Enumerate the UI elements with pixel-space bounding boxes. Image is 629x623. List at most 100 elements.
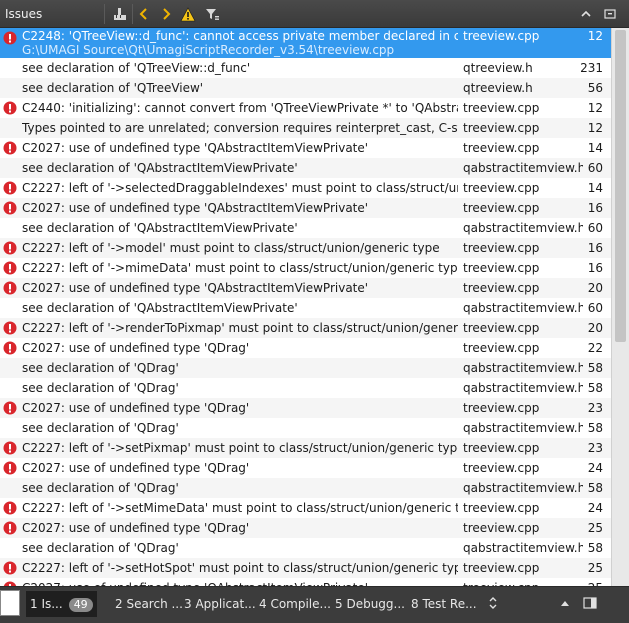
issue-line-number: 58 [587, 361, 603, 375]
tab-test-results[interactable]: 8 Test Re... [407, 591, 481, 617]
issue-line-number: 58 [587, 541, 603, 555]
issue-line-number: 231 [580, 61, 603, 75]
close-panel-icon[interactable] [600, 4, 620, 24]
tab-issues[interactable]: 1 Is... 49 [26, 591, 97, 617]
issue-file: treeview.cpp [463, 201, 540, 215]
issue-description: C2227: left of '->renderToPixmap' must p… [22, 321, 458, 335]
output-pane-bar: 1 Is... 49 2 Search ... 3 Applicat... 4 C… [0, 586, 629, 623]
issue-count-badge: 49 [68, 598, 93, 612]
issue-description: C2248: 'QTreeView::d_func': cannot acces… [22, 29, 458, 43]
issue-row-error[interactable]: C2027: use of undefined type 'QAbstractI… [0, 138, 611, 158]
issue-row-error[interactable]: C2027: use of undefined type 'QAbstractI… [0, 578, 611, 586]
issue-file: qabstractitemview.h [463, 381, 583, 395]
error-icon [3, 101, 17, 115]
issue-file: qabstractitemview.h [463, 161, 583, 175]
issue-row-error[interactable]: C2027: use of undefined type 'QAbstractI… [0, 278, 611, 298]
collapse-panel-icon[interactable] [576, 4, 596, 24]
issue-row-note[interactable]: see declaration of 'QTreeView::d_func' qt… [0, 58, 611, 78]
chevron-right-icon[interactable] [156, 4, 176, 24]
issue-line-number: 12 [587, 29, 603, 43]
issue-row-error[interactable]: C2027: use of undefined type 'QDrag' tree… [0, 458, 611, 478]
issue-description: see declaration of 'QDrag' [22, 361, 179, 375]
issue-row-error[interactable]: C2027: use of undefined type 'QDrag' tree… [0, 518, 611, 538]
issue-row-error[interactable]: C2227: left of '->setPixmap' must point … [0, 438, 611, 458]
issue-line-number: 58 [587, 421, 603, 435]
issue-file: treeview.cpp [463, 181, 540, 195]
issue-list[interactable]: C2248: 'QTreeView::d_func': cannot acces… [0, 28, 611, 586]
issue-line-number: 25 [575, 578, 603, 586]
vertical-scrollbar[interactable] [611, 28, 629, 586]
issue-row-note[interactable]: see declaration of 'QAbstractItemViewPri… [0, 218, 611, 238]
issue-row-error[interactable]: C2227: left of '->setMimeData' must poin… [0, 498, 611, 518]
issue-file: qabstractitemview.h [463, 421, 583, 435]
issue-row-error[interactable]: C2227: left of '->mimeData' must point t… [0, 258, 611, 278]
toggle-sidebar-icon[interactable] [582, 595, 598, 611]
issue-line-number: 56 [587, 81, 603, 95]
issue-line-number: 24 [587, 501, 603, 515]
issue-row-error[interactable]: C2027: use of undefined type 'QDrag' tree… [0, 398, 611, 418]
issue-description: see declaration of 'QAbstractItemViewPri… [22, 301, 298, 315]
issue-row-note[interactable]: see declaration of 'QAbstractItemViewPri… [0, 298, 611, 318]
tab-label: 8 Test Re... [411, 597, 477, 611]
tab-search-results[interactable]: 2 Search ... [111, 591, 187, 617]
issue-row-error[interactable]: C2227: left of '->setHotSpot' must point… [0, 558, 611, 578]
issue-file: treeview.cpp [463, 341, 540, 355]
issue-row-note[interactable]: see declaration of 'QAbstractItemViewPri… [0, 158, 611, 178]
tab-debugger-console[interactable]: 5 Debugg... [331, 591, 409, 617]
issue-file: qtreeview.h [463, 81, 533, 95]
error-icon [3, 561, 17, 575]
issue-row-note[interactable]: see declaration of 'QDrag' qabstractitemv… [0, 358, 611, 378]
locator-input[interactable] [0, 590, 20, 616]
issue-row-error[interactable]: C2027: use of undefined type 'QAbstractI… [0, 198, 611, 218]
issue-line-number: 25 [587, 521, 603, 535]
chevron-left-icon[interactable] [134, 4, 154, 24]
issue-file: treeview.cpp [463, 321, 540, 335]
more-tabs-icon[interactable] [485, 595, 501, 611]
issue-row-note[interactable]: see declaration of 'QTreeView' qtreeview.… [0, 78, 611, 98]
issue-description: C2227: left of '->model' must point to c… [22, 241, 440, 255]
issue-row-note[interactable]: see declaration of 'QDrag' qabstractitemv… [0, 478, 611, 498]
issue-file: treeview.cpp [463, 29, 540, 43]
issue-file: qabstractitemview.h [463, 541, 583, 555]
issue-row-note[interactable]: see declaration of 'QDrag' qabstractitemv… [0, 538, 611, 558]
error-icon [3, 341, 17, 355]
issue-description: C2227: left of '->mimeData' must point t… [22, 261, 458, 275]
maximize-pane-icon[interactable] [557, 595, 573, 611]
issue-row-note[interactable]: Types pointed to are unrelated; conversi… [0, 118, 611, 138]
issue-line-number: 16 [587, 261, 603, 275]
tab-compile-output[interactable]: 4 Compile... [255, 591, 335, 617]
issue-line-number: 60 [587, 161, 603, 175]
issue-row-note[interactable]: see declaration of 'QDrag' qabstractitemv… [0, 418, 611, 438]
issue-row-error[interactable]: C2227: left of '->selectedDraggableIndex… [0, 178, 611, 198]
scrollbar-thumb[interactable] [615, 30, 626, 342]
issue-file: qtreeview.h [463, 61, 533, 75]
filter-icon[interactable] [202, 4, 222, 24]
error-icon [3, 261, 17, 275]
issue-file: treeview.cpp [463, 261, 540, 275]
issue-row-error[interactable]: C2440: 'initializing': cannot convert fr… [0, 98, 611, 118]
issue-row-note[interactable]: see declaration of 'QDrag' qabstractitemv… [0, 378, 611, 398]
issue-row-error[interactable]: C2227: left of '->model' must point to c… [0, 238, 611, 258]
tab-label: 5 Debugg... [335, 597, 405, 611]
tab-label: 4 Compile... [259, 597, 331, 611]
issue-file: treeview.cpp [463, 521, 540, 535]
issues-toolbar: Issues [0, 0, 629, 28]
clean-output-icon[interactable] [110, 4, 130, 24]
warning-icon[interactable] [178, 4, 198, 24]
issue-description: Types pointed to are unrelated; conversi… [22, 121, 458, 135]
issue-description: C2227: left of '->setMimeData' must poin… [22, 501, 458, 515]
tab-application-output[interactable]: 3 Applicat... [180, 591, 260, 617]
issue-row-error[interactable]: C2227: left of '->renderToPixmap' must p… [0, 318, 611, 338]
issue-description: see declaration of 'QAbstractItemViewPri… [22, 221, 298, 235]
issue-row-error[interactable]: C2248: 'QTreeView::d_func': cannot acces… [0, 28, 611, 58]
issue-line-number: 24 [587, 461, 603, 475]
issue-description: see declaration of 'QTreeView::d_func' [22, 61, 251, 75]
issue-file: treeview.cpp [463, 141, 540, 155]
error-icon [3, 31, 17, 45]
issue-description: C2227: left of '->setHotSpot' must point… [22, 561, 458, 575]
issue-line-number: 20 [587, 281, 603, 295]
error-icon [3, 321, 17, 335]
issue-row-error[interactable]: C2027: use of undefined type 'QDrag' tree… [0, 338, 611, 358]
issue-file: treeview.cpp [463, 461, 540, 475]
issue-line-number: 25 [587, 561, 603, 575]
